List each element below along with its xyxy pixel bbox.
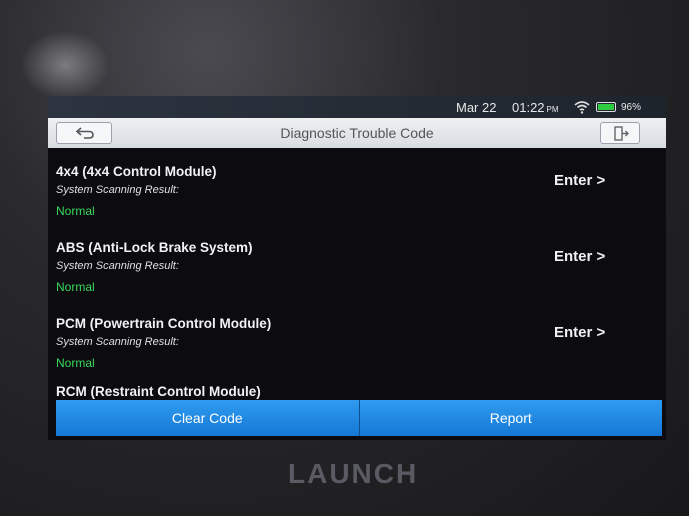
list-item: PCM (Powertrain Control Module) System S… [48, 300, 666, 376]
status-bar: Mar 22 01:22 PM 96% [48, 96, 666, 118]
list-item: RCM (Restraint Control Module) [48, 376, 666, 400]
system-name: ABS (Anti-Lock Brake System) [56, 240, 253, 255]
bottom-action-bar: Clear Code Report [56, 400, 662, 436]
scan-status: Normal [56, 280, 95, 294]
title-bar: Diagnostic Trouble Code [48, 118, 666, 148]
scan-result-label: System Scanning Result: [56, 336, 179, 348]
system-list: 4x4 (4x4 Control Module) System Scanning… [48, 148, 666, 400]
list-item: ABS (Anti-Lock Brake System) System Scan… [48, 224, 666, 300]
status-time: 01:22 PM [512, 100, 559, 115]
status-ampm: PM [546, 105, 559, 114]
scan-result-label: System Scanning Result: [56, 260, 179, 272]
system-name: RCM (Restraint Control Module) [56, 384, 261, 399]
report-button[interactable]: Report [358, 400, 662, 436]
light-glare [20, 30, 110, 100]
scan-status: Normal [56, 204, 95, 218]
enter-button[interactable]: Enter > [554, 248, 605, 265]
system-name: PCM (Powertrain Control Module) [56, 316, 272, 331]
scan-status: Normal [56, 356, 95, 370]
brand-logo: LAUNCH [288, 458, 419, 489]
list-item: 4x4 (4x4 Control Module) System Scanning… [48, 148, 666, 224]
battery-fill [598, 104, 614, 110]
wifi-icon [574, 101, 590, 114]
status-date: Mar 22 [456, 100, 497, 115]
status-time-value: 01:22 [512, 100, 545, 115]
page-title: Diagnostic Trouble Code [280, 125, 434, 141]
exit-button[interactable] [600, 122, 640, 144]
enter-button[interactable]: Enter > [554, 324, 605, 341]
battery-percent: 96% [621, 102, 642, 113]
scan-result-label: System Scanning Result: [56, 184, 179, 196]
clear-code-button[interactable]: Clear Code [56, 400, 359, 436]
exit-door-icon [614, 126, 629, 141]
battery-icon [596, 102, 616, 112]
device-screen: Mar 22 01:22 PM 96% Diagnostic Trouble Co… [48, 96, 666, 440]
enter-button[interactable]: Enter > [554, 172, 605, 189]
system-name: 4x4 (4x4 Control Module) [56, 164, 217, 179]
